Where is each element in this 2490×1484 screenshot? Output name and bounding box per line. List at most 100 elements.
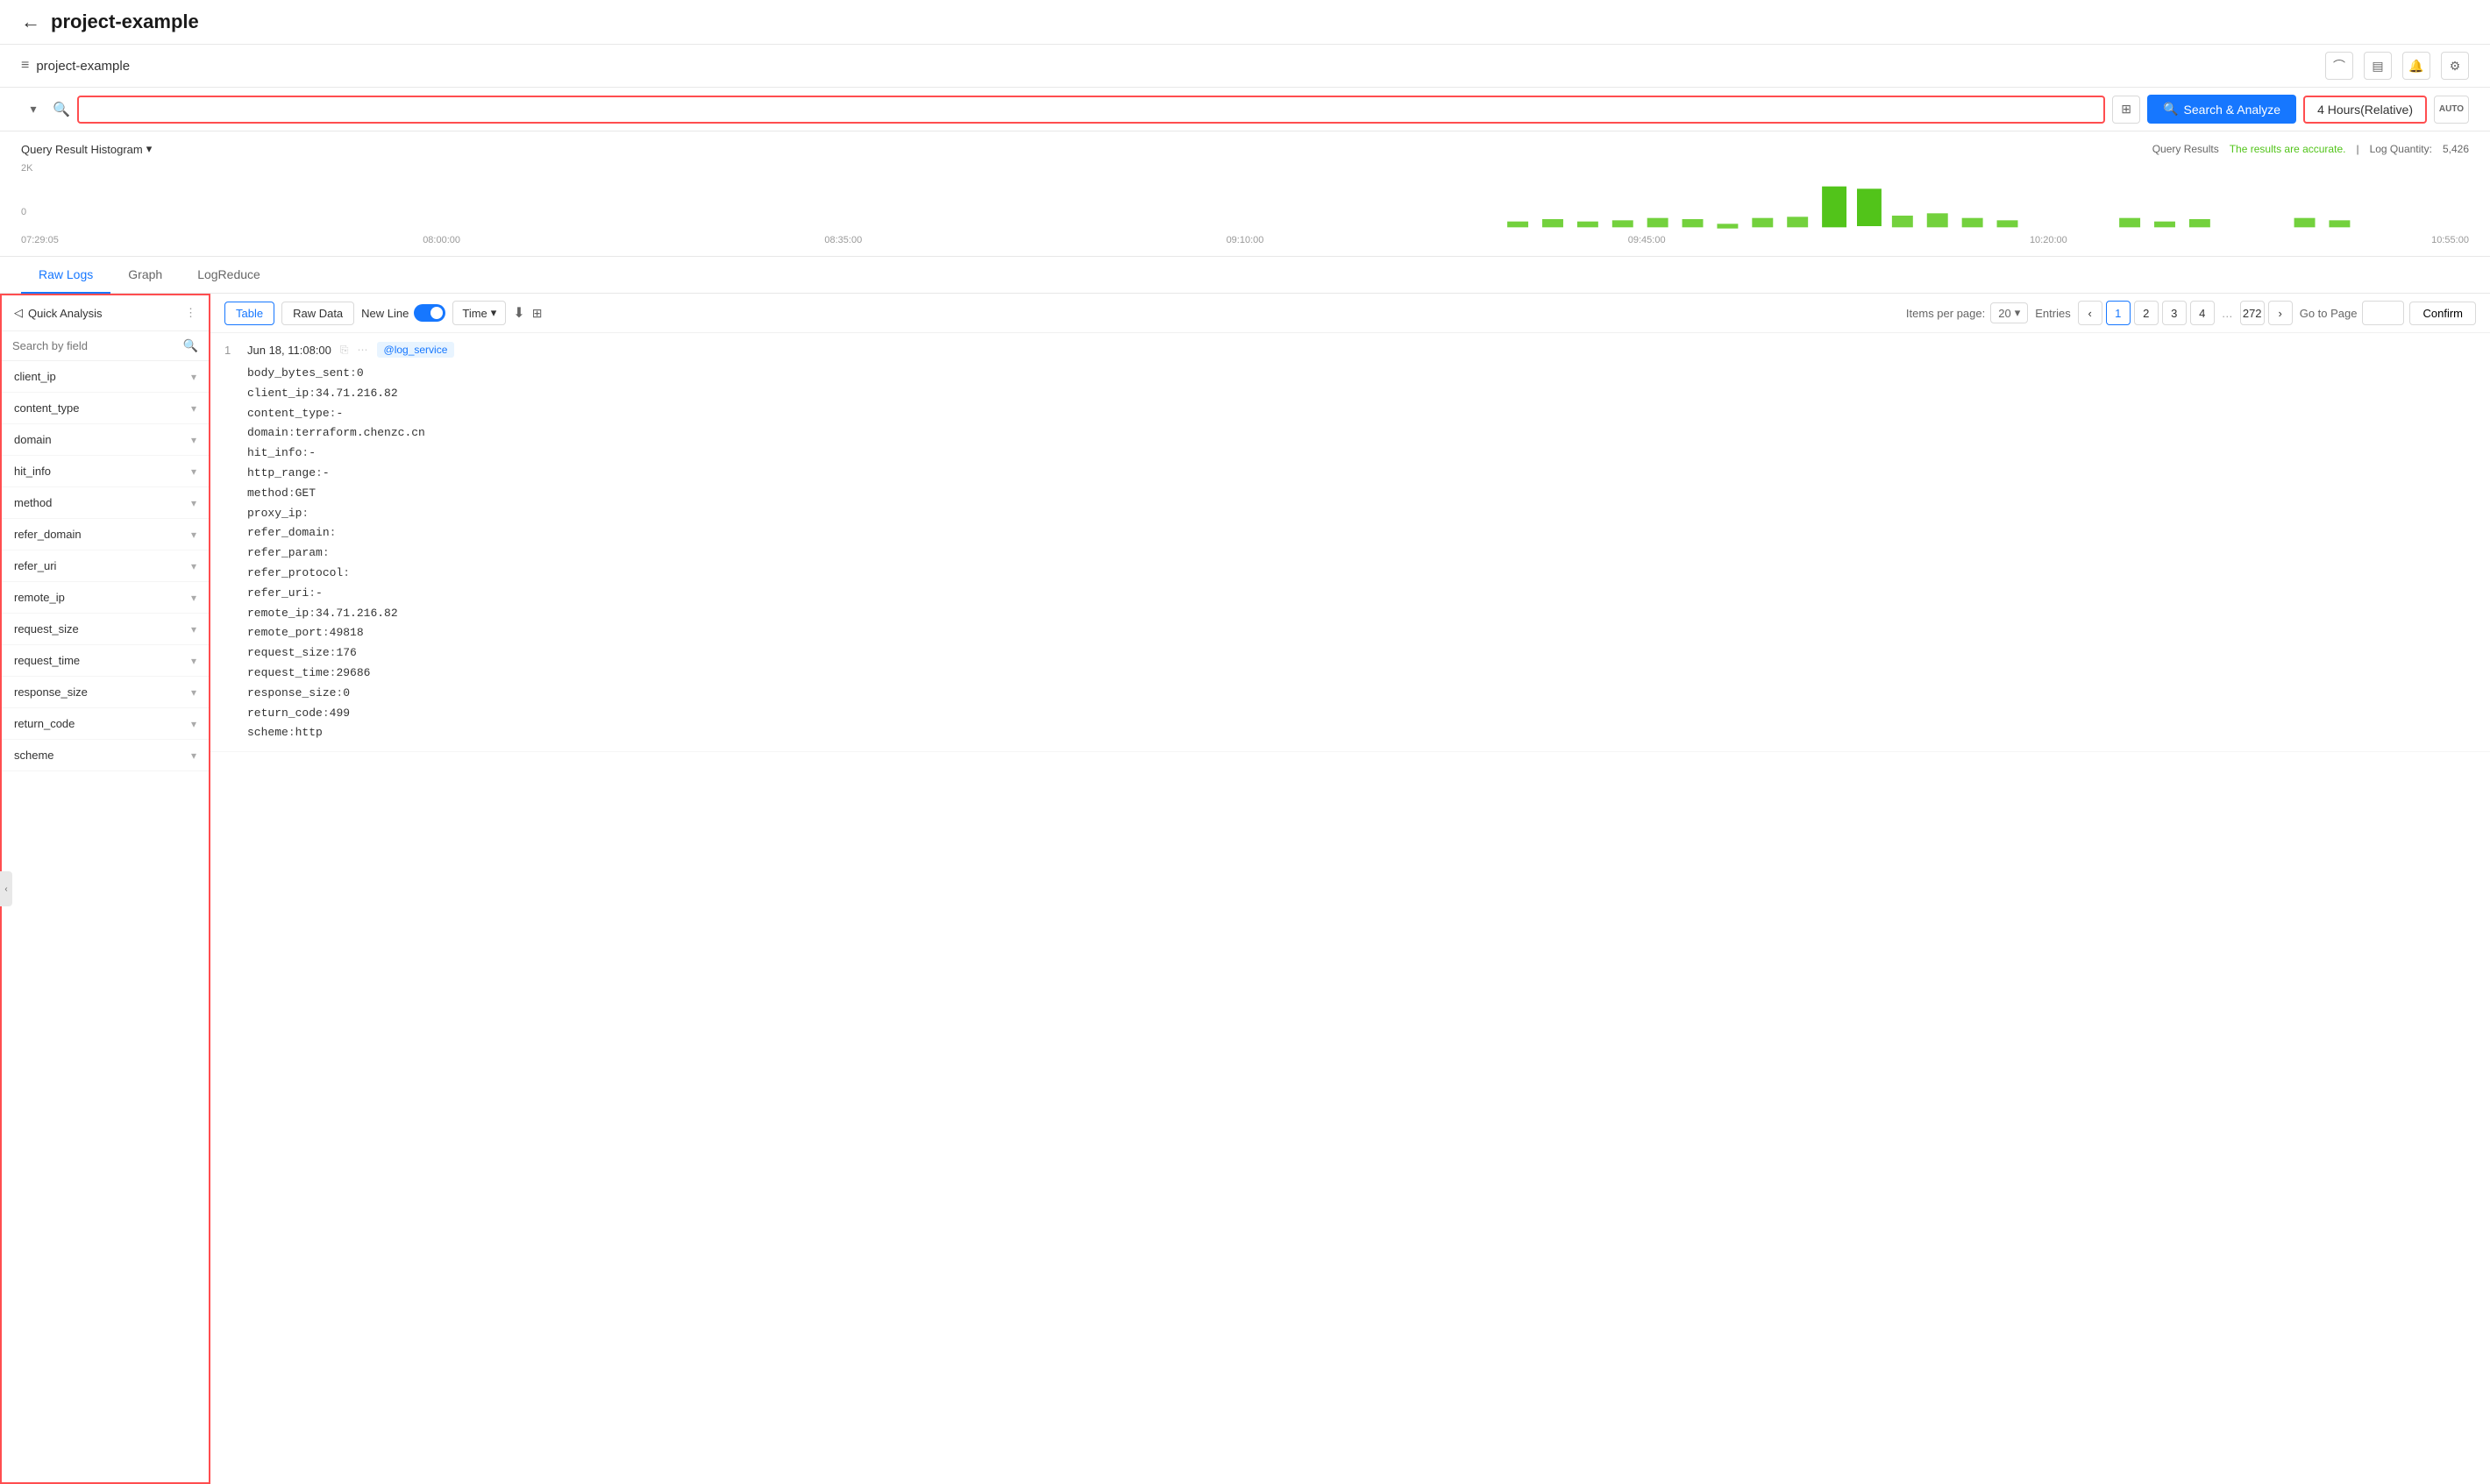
left-panel: ◁ Quick Analysis ⋮ 🔍 client_ip ▾ content… [0, 294, 210, 1484]
copy-icon[interactable]: ⎘ [340, 344, 349, 357]
chevron-icon: ▾ [146, 142, 153, 156]
field-item[interactable]: method ▾ [2, 487, 209, 519]
log-field: refer_domain: [247, 524, 2476, 543]
field-chevron-icon: ▾ [191, 560, 196, 572]
log-number: 1 [224, 344, 238, 357]
search-icon-inline: 🔍 [2163, 102, 2178, 117]
items-per-page-select[interactable]: 20 ▾ [1990, 302, 2028, 323]
pagination: ‹ 1 2 3 4 … 272 › [2078, 301, 2293, 325]
log-toolbar: Table Raw Data New Line Time ▾ ⬇ ⊞ Items… [210, 294, 2490, 333]
page-title: project-example [51, 11, 199, 33]
search-bar: ▾ 🔍 1 ⊞ 🔍 Search & Analyze 4 Hours(Relat… [0, 88, 2490, 131]
last-page-btn[interactable]: 272 [2240, 301, 2265, 325]
collapse-panel-handle[interactable]: ‹ [0, 871, 12, 906]
field-item[interactable]: hit_info ▾ [2, 456, 209, 487]
accuracy-label: The results are accurate. [2230, 143, 2346, 155]
search-field-input[interactable] [12, 339, 176, 352]
new-line-toggle: New Line [361, 304, 445, 322]
log-field: refer_param: [247, 544, 2476, 563]
field-item[interactable]: request_size ▾ [2, 614, 209, 645]
field-chevron-icon: ▾ [191, 371, 196, 383]
back-button[interactable]: ← [21, 11, 40, 33]
new-line-switch[interactable] [414, 304, 445, 322]
items-per-page: Items per page: 20 ▾ [1906, 302, 2028, 323]
stack-icon: ≡ [21, 58, 29, 74]
tab-logreduce[interactable]: LogReduce [180, 257, 278, 294]
next-page-btn[interactable]: › [2268, 301, 2293, 325]
field-chevron-icon: ▾ [191, 623, 196, 635]
download-icon[interactable]: ⬇ [513, 304, 524, 322]
field-item[interactable]: response_size ▾ [2, 677, 209, 708]
x-axis-labels: 07:29:05 08:00:00 08:35:00 09:10:00 09:4… [21, 235, 2469, 245]
field-item[interactable]: refer_uri ▾ [2, 550, 209, 582]
field-item[interactable]: content_type ▾ [2, 393, 209, 424]
monitor-icon-btn[interactable]: ⌒ [2325, 52, 2353, 80]
tab-graph[interactable]: Graph [110, 257, 180, 294]
page-1-btn[interactable]: 1 [2106, 301, 2131, 325]
histogram-title-btn[interactable]: Query Result Histogram ▾ [21, 142, 152, 156]
search-input[interactable]: 1 [88, 103, 2095, 117]
dropdown-arrow: ▾ [491, 306, 497, 320]
main-content: ‹ ◁ Quick Analysis ⋮ 🔍 client_ip ▾ conte… [0, 294, 2490, 1484]
sub-project-label: project-example [36, 59, 130, 74]
log-field: client_ip:34.71.216.82 [247, 385, 2476, 403]
more-options-icon[interactable]: ⋯ [358, 344, 368, 356]
field-item[interactable]: return_code ▾ [2, 708, 209, 740]
page-4-btn[interactable]: 4 [2190, 301, 2215, 325]
log-content: 1 Jun 18, 11:08:00 ⎘ ⋯ @log_service body… [210, 333, 2490, 1484]
page-2-btn[interactable]: 2 [2134, 301, 2159, 325]
top-header: ← project-example [0, 0, 2490, 45]
search-field-icon: 🔍 [183, 338, 198, 353]
x-label-3: 09:10:00 [1227, 235, 1264, 245]
raw-data-button[interactable]: Raw Data [281, 302, 354, 325]
x-label-4: 09:45:00 [1628, 235, 1666, 245]
field-item[interactable]: client_ip ▾ [2, 361, 209, 393]
log-field: remote_port:49818 [247, 624, 2476, 643]
histogram-info: Query Results The results are accurate. … [2152, 143, 2469, 155]
bell-icon-btn[interactable]: 🔔 [2402, 52, 2430, 80]
confirm-button[interactable]: Confirm [2409, 302, 2476, 325]
time-column-btn[interactable]: Time ▾ [452, 301, 506, 325]
log-field: method:GET [247, 485, 2476, 503]
page-3-btn[interactable]: 3 [2162, 301, 2187, 325]
entries-label: Entries [2035, 307, 2070, 320]
log-quantity-value: 5,426 [2443, 143, 2469, 155]
quick-analysis-title: ◁ Quick Analysis [14, 306, 103, 320]
table-icon-btn[interactable]: ▤ [2364, 52, 2392, 80]
log-fields: body_bytes_sent:0 client_ip:34.71.216.82… [224, 365, 2476, 742]
field-chevron-icon: ▾ [191, 749, 196, 762]
field-chevron-icon: ▾ [191, 402, 196, 415]
log-field: proxy_ip: [247, 505, 2476, 523]
log-field: remote_ip:34.71.216.82 [247, 605, 2476, 623]
tab-raw-logs[interactable]: Raw Logs [21, 257, 110, 294]
sub-header-project: ≡ project-example [21, 58, 130, 74]
field-item[interactable]: remote_ip ▾ [2, 582, 209, 614]
time-range-button[interactable]: 4 Hours(Relative) [2303, 96, 2427, 124]
log-field: scheme:http [247, 724, 2476, 742]
log-field: return_code:499 [247, 705, 2476, 723]
format-icon-btn[interactable]: ⊞ [2112, 96, 2140, 124]
goto-page-input[interactable] [2362, 301, 2404, 325]
goto-page: Go to Page Confirm [2300, 301, 2476, 325]
log-source-tag: @log_service [377, 342, 455, 358]
settings-icon-btn[interactable]: ⚙ [2441, 52, 2469, 80]
log-field: refer_uri:- [247, 585, 2476, 603]
expand-toggle[interactable]: ▾ [21, 97, 46, 122]
log-quantity-label: Log Quantity: [2370, 143, 2432, 155]
field-item[interactable]: domain ▾ [2, 424, 209, 456]
auto-refresh-button[interactable]: AUTO [2434, 96, 2469, 124]
x-label-6: 10:55:00 [2431, 235, 2469, 245]
field-item[interactable]: request_time ▾ [2, 645, 209, 677]
search-analyze-button[interactable]: 🔍 Search & Analyze [2147, 95, 2296, 124]
field-item[interactable]: scheme ▾ [2, 740, 209, 771]
field-item[interactable]: refer_domain ▾ [2, 519, 209, 550]
field-list: client_ip ▾ content_type ▾ domain ▾ hit_… [2, 361, 209, 1482]
table-button[interactable]: Table [224, 302, 274, 325]
column-settings-icon[interactable]: ⊞ [532, 306, 543, 321]
separator: | [2356, 143, 2358, 155]
quick-analysis-icon: ◁ [14, 306, 23, 320]
more-icon[interactable]: ⋮ [185, 306, 196, 320]
log-date: Jun 18, 11:08:00 [247, 344, 331, 357]
prev-page-btn[interactable]: ‹ [2078, 301, 2102, 325]
search-field-bar: 🔍 [2, 331, 209, 361]
